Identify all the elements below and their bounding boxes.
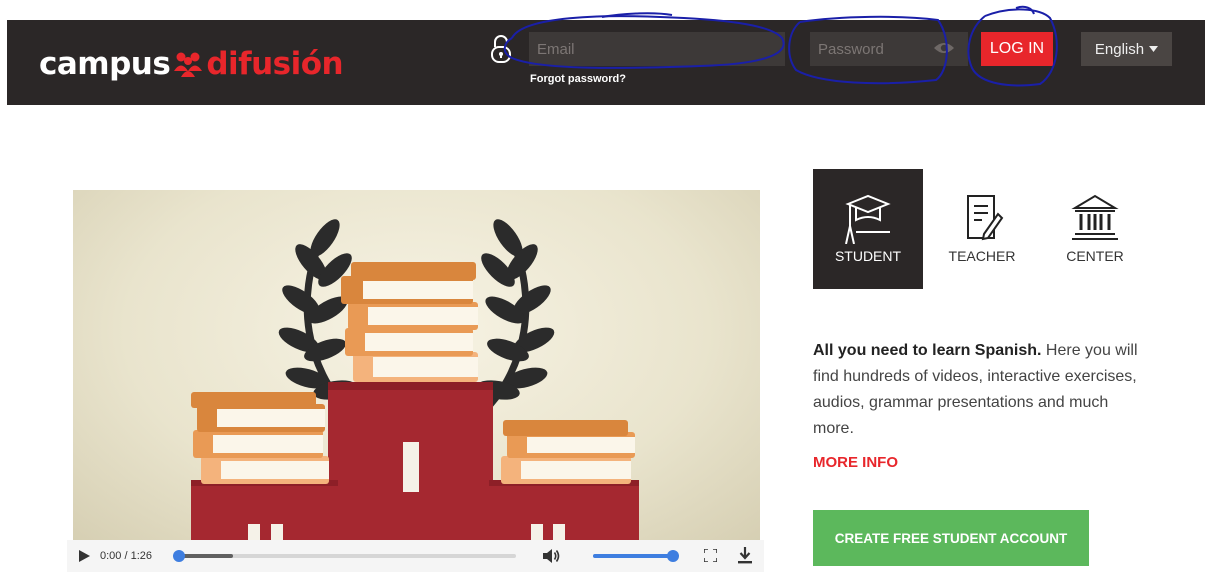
laurel-wreath-left — [278, 219, 357, 413]
play-icon[interactable] — [79, 550, 90, 562]
video-controls-bar: 0:00 / 1:26 — [67, 540, 764, 572]
volume-level-bar — [593, 554, 673, 558]
volume-icon[interactable] — [543, 548, 561, 564]
forgot-password-link[interactable]: Forgot password? — [530, 73, 626, 85]
tab-center[interactable]: CENTER — [1040, 169, 1150, 289]
fullscreen-icon[interactable] — [704, 549, 717, 562]
video-progress-thumb[interactable] — [173, 550, 185, 562]
video-frame-podium-illustration — [191, 219, 639, 540]
campus-difusion-logo[interactable]: campus difusión — [39, 44, 344, 84]
download-icon[interactable] — [738, 547, 752, 564]
email-input[interactable] — [529, 32, 785, 66]
laurel-wreath-right — [476, 219, 555, 413]
description-lead: All you need to learn Spanish. — [813, 342, 1042, 359]
tab-teacher-label: TEACHER — [948, 248, 1016, 264]
people-group-icon — [174, 52, 203, 77]
volume-slider[interactable] — [593, 550, 679, 562]
book-stack-right — [501, 420, 635, 484]
language-dropdown[interactable]: English — [1081, 32, 1172, 66]
tab-teacher[interactable]: TEACHER — [927, 169, 1037, 289]
volume-thumb[interactable] — [667, 550, 679, 562]
book-stack-center — [341, 262, 478, 382]
create-free-student-account-button[interactable]: CREATE FREE STUDENT ACCOUNT — [813, 510, 1089, 566]
logo-text-difusion: difusión — [206, 46, 344, 82]
tab-center-label: CENTER — [1066, 248, 1124, 264]
notepad-pencil-icon — [967, 195, 1004, 241]
institution-building-icon — [1071, 194, 1119, 240]
eye-icon[interactable] — [933, 41, 955, 55]
graduation-cap-icon — [845, 194, 891, 244]
tab-student[interactable]: STUDENT — [813, 169, 923, 289]
caret-down-icon — [1149, 46, 1159, 52]
login-button[interactable]: LOG IN — [981, 32, 1053, 66]
video-buffered-bar — [179, 554, 233, 558]
book-stack-left — [191, 392, 329, 484]
language-label: English — [1094, 40, 1145, 58]
video-progress-slider[interactable] — [173, 550, 516, 562]
top-navigation-bar: campus difusión Forgot password? LOG IN … — [7, 20, 1205, 105]
video-time-display: 0:00 / 1:26 — [100, 550, 152, 562]
student-description: All you need to learn Spanish. Here you … — [813, 338, 1153, 442]
tab-student-label: STUDENT — [834, 248, 902, 264]
more-info-link[interactable]: MORE INFO — [813, 454, 898, 471]
unlock-icon — [491, 35, 511, 63]
video-player[interactable] — [73, 190, 760, 540]
logo-text-campus: campus — [39, 46, 171, 82]
